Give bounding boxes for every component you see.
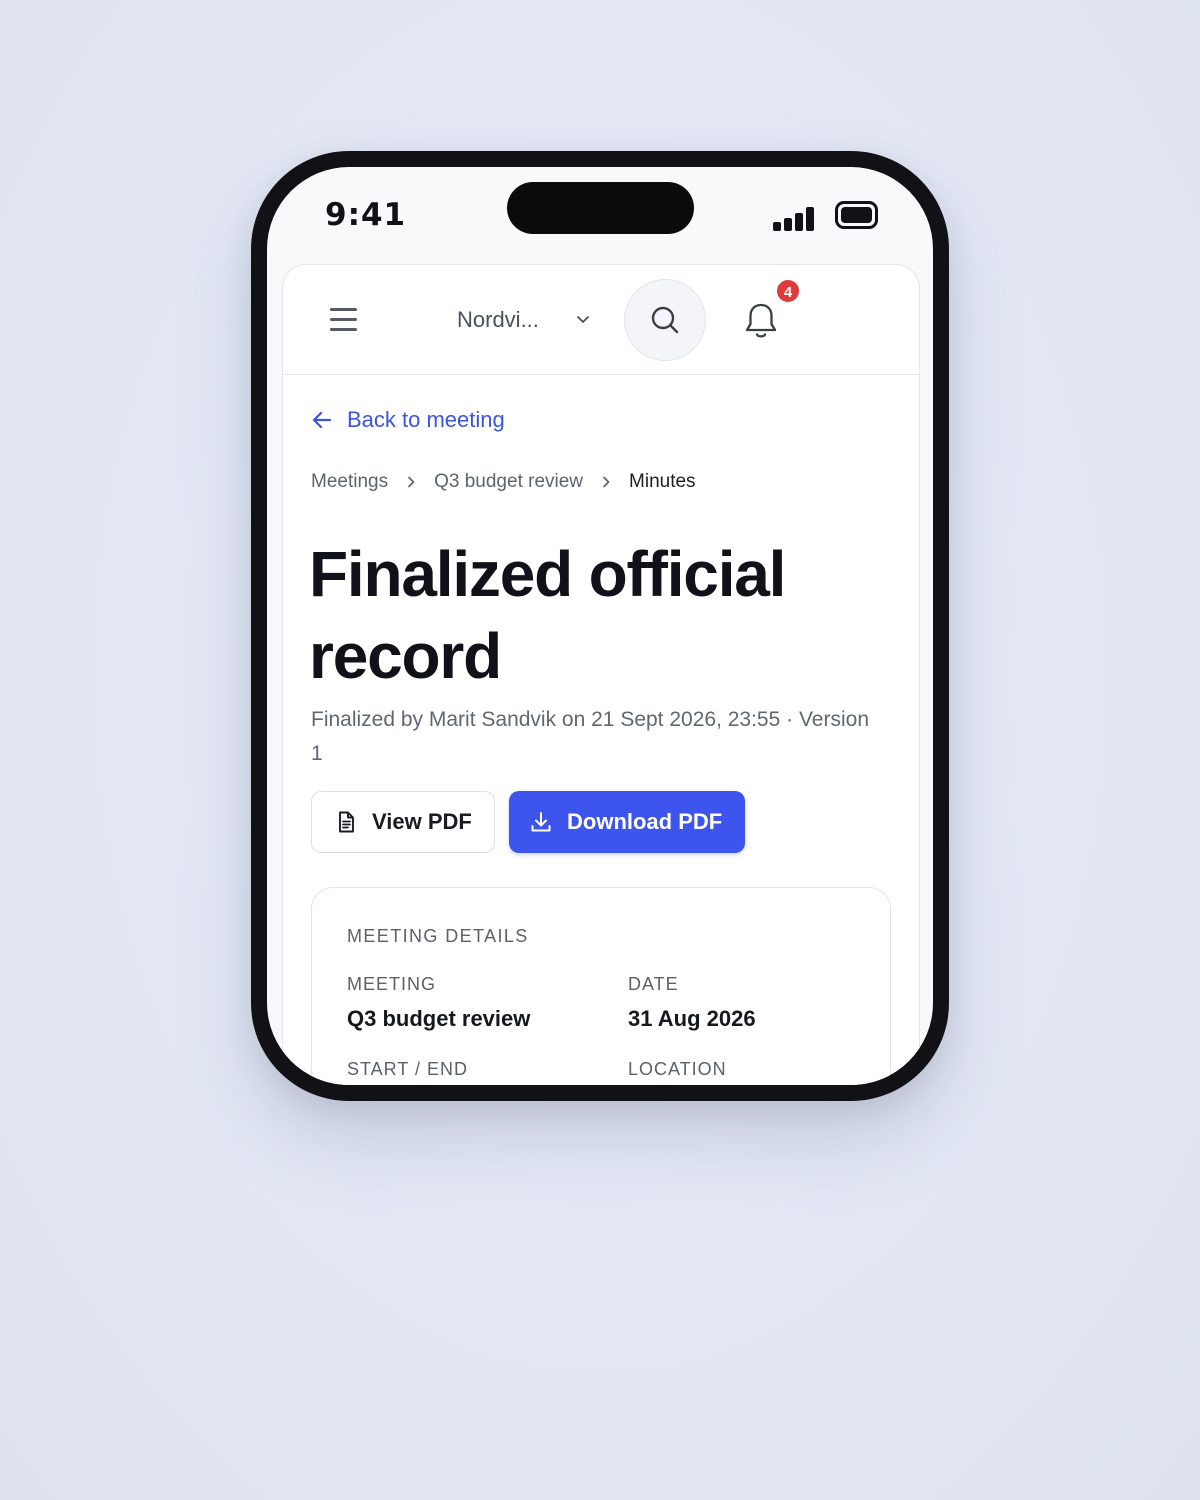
org-switcher-label[interactable]: Nordvi...: [457, 307, 539, 333]
document-icon: [339, 811, 354, 833]
phone-frame: 9:41 Nordvi... 4 Back to meeting Meeting…: [251, 151, 949, 1101]
download-icon: [531, 812, 551, 832]
back-to-meeting-link[interactable]: Back to meeting: [311, 405, 505, 435]
download-pdf-button[interactable]: Download PDF: [509, 791, 745, 853]
breadcrumb-item-meeting[interactable]: Q3 budget review: [434, 471, 583, 493]
start-end-label: START / END: [347, 1059, 469, 1079]
chevron-down-icon[interactable]: [575, 311, 591, 327]
location-label: LOCATION: [628, 1059, 727, 1079]
bell-icon[interactable]: [743, 301, 779, 341]
app-window: Nordvi... 4 Back to meeting Meetings Q3 …: [282, 264, 920, 1085]
dynamic-island: [507, 182, 694, 234]
back-link-label: Back to meeting: [347, 407, 505, 432]
notification-badge: 4: [775, 278, 801, 304]
date-label: DATE: [628, 974, 679, 994]
search-button[interactable]: [624, 279, 706, 361]
card-heading: MEETING DETAILS: [347, 926, 529, 946]
view-pdf-button[interactable]: View PDF: [311, 791, 495, 853]
arrow-left-icon: [312, 411, 332, 429]
download-pdf-label: Download PDF: [567, 809, 723, 834]
signal-icon: [773, 207, 817, 231]
app-header: Nordvi... 4: [283, 265, 919, 375]
page-title: Finalized official record: [309, 538, 786, 692]
breadcrumb-item-current: Minutes: [629, 471, 696, 492]
search-icon: [651, 306, 679, 334]
phone-screen: 9:41 Nordvi... 4 Back to meeting Meeting…: [267, 167, 933, 1085]
menu-icon[interactable]: [330, 307, 358, 331]
meeting-details-card: MEETING DETAILS MEETING Q3 budget review…: [311, 887, 891, 1085]
date-value: 31 Aug 2026: [628, 1006, 756, 1031]
breadcrumb-item-meetings[interactable]: Meetings: [311, 471, 388, 493]
breadcrumb: Meetings Q3 budget review Minutes: [311, 471, 696, 493]
status-time: 9:41: [325, 197, 407, 233]
battery-icon: [835, 201, 878, 229]
pdf-actions: View PDF Download PDF: [311, 791, 745, 853]
chevron-right-icon: [603, 476, 610, 488]
finalized-meta: Finalized by Marit Sandvik on 21 Sept 20…: [311, 708, 869, 765]
meeting-value: Q3 budget review: [347, 1006, 531, 1031]
view-pdf-label: View PDF: [372, 809, 472, 834]
status-bar: 9:41: [267, 167, 933, 267]
meeting-label: MEETING: [347, 974, 437, 994]
chevron-right-icon: [408, 476, 415, 488]
